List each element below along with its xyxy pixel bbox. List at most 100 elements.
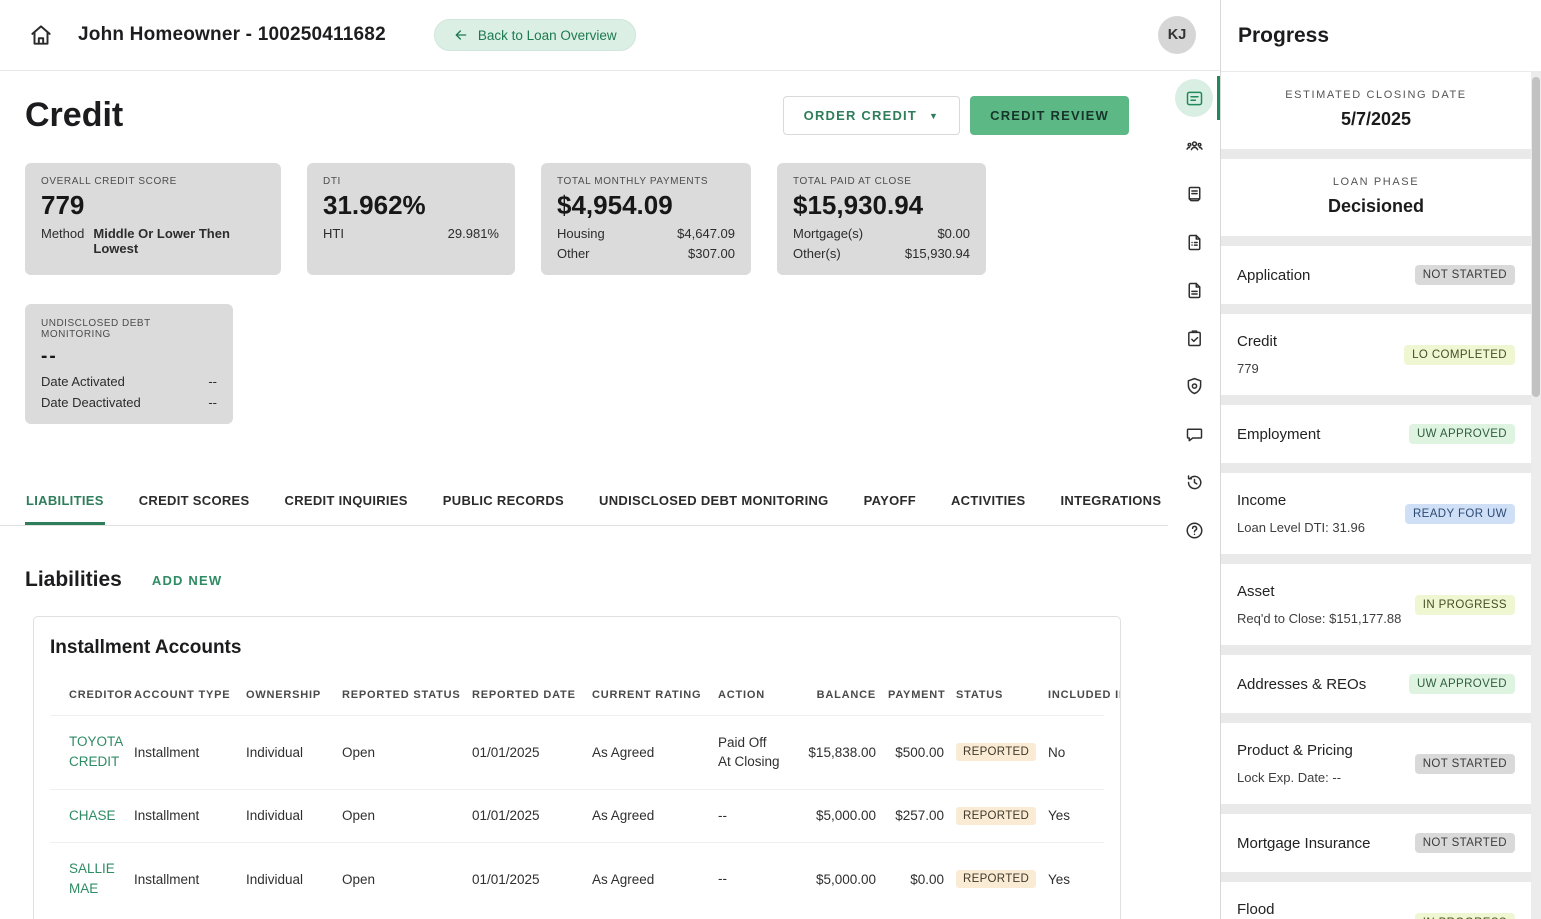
tab-credit-scores[interactable]: CREDIT SCORES [138, 480, 251, 525]
progress-item-addresses-reos[interactable]: Addresses & REOs UW APPROVED [1221, 655, 1531, 713]
rail-item-borrowers[interactable] [1168, 122, 1220, 170]
progress-item-credit[interactable]: Credit 779 LO COMPLETED [1221, 314, 1531, 395]
cell-balance: $5,000.00 [792, 808, 888, 823]
tab-integrations[interactable]: INTEGRATIONS [1059, 480, 1162, 525]
col-action: ACTION [718, 689, 792, 701]
tab-payoff[interactable]: PAYOFF [863, 480, 917, 525]
progress-status-badge: NOT STARTED [1415, 265, 1515, 285]
messages-icon [1184, 424, 1205, 445]
progress-item-mortgage-insurance[interactable]: Mortgage Insurance NOT STARTED [1221, 814, 1531, 872]
cell-current-rating: As Agreed [592, 872, 718, 887]
tab-credit-inquiries[interactable]: CREDIT INQUIRIES [284, 480, 409, 525]
topbar: John Homeowner - 100250411682 Back to Lo… [0, 0, 1220, 71]
progress-item-title: Product & Pricing [1237, 742, 1353, 759]
arrow-left-icon [453, 27, 469, 43]
creditor-link[interactable]: CHASE [69, 806, 116, 826]
progress-item-application[interactable]: Application NOT STARTED [1221, 246, 1531, 304]
progress-item-product-pricing[interactable]: Product & Pricing Lock Exp. Date: -- NOT… [1221, 723, 1531, 804]
stat-cards-row: OVERALL CREDIT SCORE 779 Method Middle O… [25, 163, 1129, 275]
installment-accounts-card: Installment Accounts CREDITOR ACCOUNT TY… [33, 616, 1121, 919]
progress-item-title: Credit [1237, 333, 1277, 350]
col-current-rating: CURRENT RATING [592, 689, 718, 701]
stat-row-label: Date Activated [41, 374, 125, 389]
progress-item-asset[interactable]: Asset Req'd to Close: $151,177.88 IN PRO… [1221, 564, 1531, 645]
cell-ownership: Individual [246, 745, 342, 760]
stat-label: TOTAL MONTHLY PAYMENTS [557, 176, 735, 187]
cell-ownership: Individual [246, 808, 342, 823]
cell-included-in-dti: Yes [1048, 872, 1121, 887]
table-row: TOYOTA CREDIT Installment Individual Ope… [50, 715, 1104, 789]
help-icon [1184, 520, 1205, 541]
stat-row-label: Method [41, 226, 84, 256]
tab-activities[interactable]: ACTIVITIES [950, 480, 1027, 525]
cell-reported-date: 01/01/2025 [472, 872, 592, 887]
progress-status-badge: NOT STARTED [1415, 754, 1515, 774]
cell-account-type: Installment [134, 745, 246, 760]
rail-item-loan-summary[interactable] [1168, 74, 1220, 122]
stat-row-label: Date Deactivated [41, 395, 141, 410]
cell-payment: $500.00 [888, 745, 956, 760]
progress-item-title: Application [1237, 267, 1310, 284]
rail-item-file-tasks[interactable] [1168, 218, 1220, 266]
table-row: CHASE Installment Individual Open 01/01/… [50, 789, 1104, 842]
col-balance: BALANCE [792, 689, 888, 701]
loan-phase-value: Decisioned [1231, 196, 1521, 217]
cell-reported-status: Open [342, 872, 472, 887]
cell-included-in-dti: No [1048, 745, 1121, 760]
cell-ownership: Individual [246, 872, 342, 887]
table-title: Installment Accounts [50, 637, 1104, 659]
cell-action: -- [718, 806, 782, 826]
stat-value: 31.962% [323, 190, 499, 221]
progress-item-employment[interactable]: Employment UW APPROVED [1221, 405, 1531, 463]
rail-item-documents[interactable] [1168, 266, 1220, 314]
liabilities-heading: Liabilities [25, 568, 122, 592]
rail-item-messages[interactable] [1168, 410, 1220, 458]
closing-date-label: ESTIMATED CLOSING DATE [1231, 89, 1521, 101]
add-new-button[interactable]: ADD NEW [152, 573, 223, 588]
cell-balance: $5,000.00 [792, 872, 888, 887]
progress-item-flood[interactable]: Flood Flood Zone: Unknown IN PROGRESS [1221, 882, 1531, 919]
scrollbar-thumb[interactable] [1532, 77, 1540, 397]
col-creditor: CREDITOR [50, 689, 134, 701]
avatar[interactable]: KJ [1158, 16, 1196, 54]
cell-action: Paid Off At Closing [718, 733, 782, 772]
rail-item-history[interactable] [1168, 458, 1220, 506]
progress-item-income[interactable]: Income Loan Level DTI: 31.96 READY FOR U… [1221, 473, 1531, 554]
scrollbar-track[interactable] [1531, 71, 1541, 919]
col-account-type: ACCOUNT TYPE [134, 689, 246, 701]
stat-row-label: HTI [323, 226, 344, 241]
col-ownership: OWNERSHIP [246, 689, 342, 701]
tab-public-records[interactable]: PUBLIC RECORDS [442, 480, 565, 525]
stat-row-label: Mortgage(s) [793, 226, 863, 241]
stat-card-total-monthly-payments: TOTAL MONTHLY PAYMENTS $4,954.09 Housing… [541, 163, 751, 275]
rail-item-help[interactable] [1168, 506, 1220, 554]
stat-value: 779 [41, 190, 265, 221]
tab-undisclosed-debt-monitoring[interactable]: UNDISCLOSED DEBT MONITORING [598, 480, 830, 525]
stat-value: $15,930.94 [793, 190, 970, 221]
col-reported-status: REPORTED STATUS [342, 689, 472, 701]
stat-row-value: $0.00 [937, 226, 970, 241]
loan-phase-label: LOAN PHASE [1231, 176, 1521, 188]
progress-status-badge: LO COMPLETED [1404, 345, 1515, 365]
rail-item-billing[interactable] [1168, 170, 1220, 218]
status-badge: REPORTED [956, 743, 1036, 761]
col-status: STATUS [956, 689, 1048, 701]
stat-card-overall-credit-score: OVERALL CREDIT SCORE 779 Method Middle O… [25, 163, 281, 275]
home-button[interactable] [26, 20, 56, 50]
order-credit-button[interactable]: ORDER CREDIT ▼ [783, 96, 960, 135]
file-tasks-icon [1184, 232, 1205, 253]
rail-item-checklist[interactable] [1168, 314, 1220, 362]
creditor-link[interactable]: SALLIE MAE [69, 859, 133, 900]
progress-panel: Progress ESTIMATED CLOSING DATE 5/7/2025… [1220, 0, 1531, 919]
rail-item-audit-shield[interactable] [1168, 362, 1220, 410]
stat-row-value: 29.981% [448, 226, 499, 241]
tab-liabilities[interactable]: LIABILITIES [25, 480, 105, 525]
borrowers-icon [1184, 136, 1205, 157]
credit-review-button[interactable]: CREDIT REVIEW [970, 96, 1129, 135]
billing-icon [1184, 184, 1205, 205]
progress-status-badge: UW APPROVED [1409, 424, 1515, 444]
creditor-link[interactable]: TOYOTA CREDIT [69, 732, 133, 773]
cell-balance: $15,838.00 [792, 745, 888, 760]
order-credit-label: ORDER CREDIT [804, 108, 917, 123]
back-to-loan-overview-button[interactable]: Back to Loan Overview [434, 19, 636, 51]
